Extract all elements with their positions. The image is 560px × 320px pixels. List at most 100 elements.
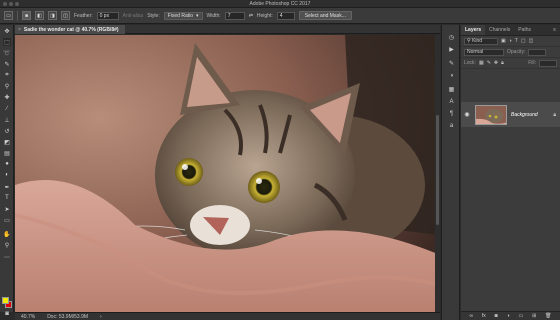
- panel-menu-icon[interactable]: ≡: [549, 25, 560, 35]
- type-icon[interactable]: T: [3, 194, 11, 202]
- zoom-icon[interactable]: ⚲: [3, 241, 11, 249]
- vertical-scrollbar[interactable]: [435, 35, 440, 312]
- path-select-icon[interactable]: ➤: [3, 205, 11, 213]
- blend-opacity-row: Normal Opacity:: [461, 47, 560, 58]
- tab-layers[interactable]: Layers: [461, 25, 486, 35]
- styles-icon[interactable]: ▦: [447, 85, 456, 94]
- lock-transparency-icon[interactable]: ▦: [479, 60, 484, 66]
- antialias-checkbox[interactable]: Anti-alias: [123, 13, 144, 19]
- adjustments-icon[interactable]: ◑: [447, 71, 456, 80]
- tools-panel: ✥ ⬚ ➰ ✎ ⌗ ⚲ ✚ ⁄ ⊥ ↺ ◩ ▤ ● ◐ ✒ T ➤ ▭ ✋ ⚲ …: [0, 25, 14, 317]
- eraser-icon[interactable]: ◩: [3, 138, 11, 146]
- marquee-preset-icon[interactable]: ▭: [4, 11, 13, 20]
- scrollbar-thumb[interactable]: [436, 115, 439, 225]
- new-group-icon[interactable]: ▭: [518, 313, 523, 319]
- filter-smart-icon[interactable]: ◫: [529, 38, 534, 44]
- opacity-input[interactable]: [528, 48, 547, 56]
- lock-position-icon[interactable]: ✥: [494, 60, 498, 66]
- brush-icon[interactable]: ⁄: [3, 105, 11, 113]
- move-icon[interactable]: ✥: [3, 27, 11, 35]
- fill-input[interactable]: [539, 59, 557, 67]
- hand-icon[interactable]: ✋: [3, 230, 11, 238]
- history-icon[interactable]: ◷: [447, 33, 456, 42]
- layer-name[interactable]: Background: [511, 112, 549, 118]
- cat-photo: [15, 35, 440, 312]
- close-icon[interactable]: ×: [18, 27, 21, 33]
- width-input[interactable]: 7: [224, 11, 245, 20]
- feather-input[interactable]: 0 px: [96, 11, 119, 20]
- document-size-info: Doc: 53.9M/53.9M: [47, 313, 89, 320]
- more-tools-icon[interactable]: ⋯: [3, 253, 11, 261]
- width-label: Width:: [206, 12, 221, 19]
- marquee-icon[interactable]: ⬚: [3, 38, 11, 46]
- add-selection-icon[interactable]: ◧: [35, 11, 44, 20]
- add-mask-icon[interactable]: ◙: [495, 313, 498, 319]
- layer-thumbnail-image: [476, 105, 506, 124]
- fill-label: Fill:: [528, 60, 536, 66]
- layers-panel: Layers Channels Paths ≡ ⚲ Kind ▣ ◑ T ▢ ◫…: [461, 25, 560, 320]
- character-icon[interactable]: A: [447, 97, 456, 106]
- document-canvas[interactable]: [15, 35, 440, 312]
- tab-channels[interactable]: Channels: [485, 25, 514, 35]
- delete-layer-icon[interactable]: 🗑︎: [545, 313, 551, 319]
- shape-icon[interactable]: ▭: [3, 216, 11, 224]
- divider: [17, 10, 18, 21]
- title-bar: Adobe Photoshop CC 2017: [0, 0, 560, 8]
- quick-mask-icon[interactable]: ◙: [3, 310, 11, 318]
- layer-style-icon[interactable]: fx: [482, 313, 486, 319]
- app-title: Adobe Photoshop CC 2017: [249, 1, 311, 7]
- healing-icon[interactable]: ✚: [3, 93, 11, 101]
- tab-paths[interactable]: Paths: [514, 25, 535, 35]
- filter-pixel-icon[interactable]: ▣: [501, 38, 506, 44]
- style-label: Style:: [147, 12, 160, 19]
- layer-row-background[interactable]: ◉ Background 🔒︎: [461, 102, 560, 127]
- pen-icon[interactable]: ✒: [3, 183, 11, 191]
- filter-type-icon[interactable]: T: [515, 38, 518, 44]
- filter-shape-icon[interactable]: ▢: [521, 38, 526, 44]
- chevron-down-icon: ▾: [196, 12, 199, 19]
- swap-dimensions-icon[interactable]: ⇄: [249, 13, 253, 19]
- kind-filter-select[interactable]: ⚲ Kind: [464, 37, 498, 45]
- history-brush-icon[interactable]: ↺: [3, 127, 11, 135]
- link-layers-icon[interactable]: ∞: [469, 313, 473, 319]
- glyphs-icon[interactable]: a: [447, 121, 456, 130]
- select-and-mask-button[interactable]: Select and Mask...: [298, 11, 352, 20]
- brush-settings-icon[interactable]: ✎: [447, 59, 456, 68]
- zoom-level[interactable]: 40.7%: [21, 314, 35, 320]
- layer-filter-row: ⚲ Kind ▣ ◑ T ▢ ◫: [461, 36, 560, 47]
- search-icon: ⚲: [467, 38, 471, 44]
- options-bar: ▭ ■ ◧ ◨ ◫ Feather: 0 px Anti-alias Style…: [0, 8, 560, 24]
- lock-all-icon[interactable]: 🔒︎: [501, 60, 504, 66]
- foreground-color-swatch[interactable]: [2, 297, 9, 304]
- adjustment-layer-icon[interactable]: ◑: [507, 313, 510, 319]
- lasso-icon[interactable]: ➰: [3, 49, 11, 57]
- document-tab-bar: × Sadie the wonder cat @ 40.7% (RGB/8#): [15, 25, 440, 34]
- style-select[interactable]: Fixed Ratio ▾: [163, 11, 203, 20]
- quick-select-icon[interactable]: ✎: [3, 60, 11, 68]
- style-select-value: Fixed Ratio: [167, 12, 194, 19]
- document-tab[interactable]: × Sadie the wonder cat @ 40.7% (RGB/8#): [15, 25, 125, 34]
- stamp-icon[interactable]: ⊥: [3, 116, 11, 124]
- gradient-icon[interactable]: ▤: [3, 149, 11, 157]
- intersect-selection-icon[interactable]: ◫: [61, 11, 70, 20]
- crop-icon[interactable]: ⌗: [3, 71, 11, 79]
- lock-image-icon[interactable]: ✎: [487, 60, 491, 66]
- height-input[interactable]: 4: [276, 11, 295, 20]
- lock-icon: 🔒︎: [553, 111, 556, 118]
- eye-icon[interactable]: ◉: [463, 111, 471, 119]
- eyedropper-icon[interactable]: ⚲: [3, 82, 11, 90]
- new-layer-icon[interactable]: ⊞: [532, 313, 536, 319]
- subtract-selection-icon[interactable]: ◨: [48, 11, 57, 20]
- status-menu-arrow-icon[interactable]: ›: [100, 314, 102, 320]
- blend-mode-select[interactable]: Normal: [464, 48, 504, 56]
- kind-filter-value: Kind: [472, 38, 483, 44]
- play-icon[interactable]: ▶: [447, 45, 456, 54]
- layer-thumbnail: [475, 104, 507, 125]
- dodge-icon[interactable]: ◐: [3, 171, 11, 179]
- filter-adjustment-icon[interactable]: ◑: [509, 38, 512, 44]
- feather-label: Feather:: [74, 12, 93, 19]
- panel-icon-strip: ◷ ▶ ✎ ◑ ▦ A ¶ a: [441, 25, 460, 320]
- new-selection-icon[interactable]: ■: [22, 11, 31, 20]
- paragraph-icon[interactable]: ¶: [447, 109, 456, 118]
- blur-icon[interactable]: ●: [3, 160, 11, 168]
